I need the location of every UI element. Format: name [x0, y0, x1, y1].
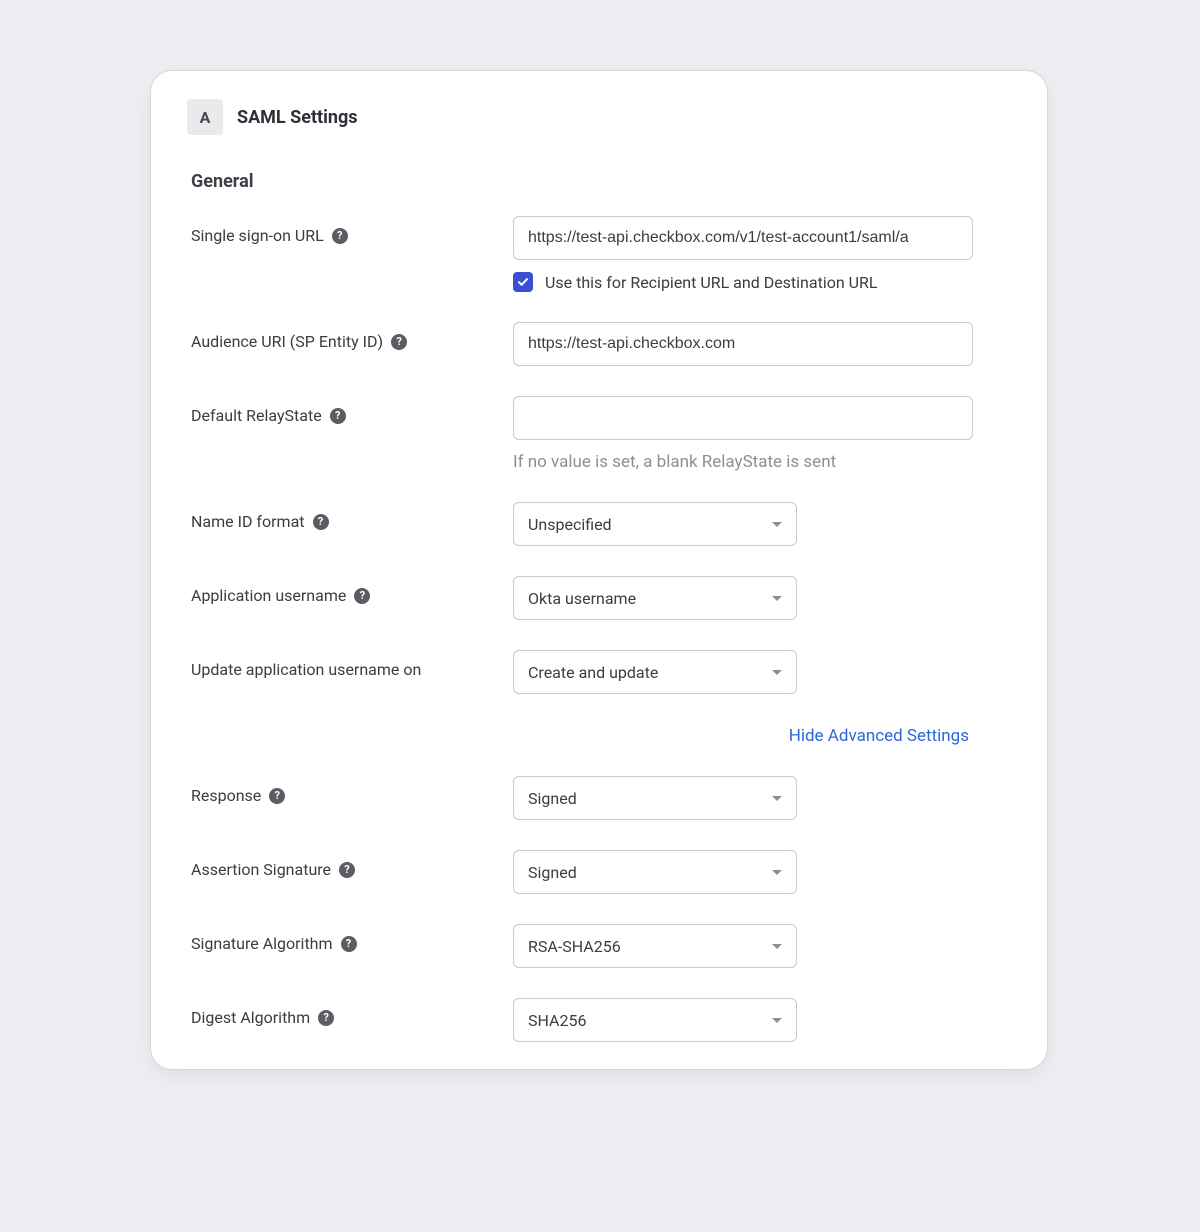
label-name-id-format: Name ID format — [191, 512, 305, 531]
help-icon[interactable]: ? — [391, 334, 407, 350]
card-header: A SAML Settings — [187, 99, 1011, 135]
chevron-down-icon — [772, 1018, 782, 1023]
select-app-username[interactable]: Okta username — [513, 576, 797, 620]
checkbox-use-recipient[interactable] — [513, 272, 533, 292]
row-digest-algorithm: Digest Algorithm ? SHA256 — [187, 998, 1011, 1042]
link-hide-advanced-settings[interactable]: Hide Advanced Settings — [789, 726, 969, 746]
row-assertion-signature: Assertion Signature ? Signed — [187, 850, 1011, 894]
row-relay-state: Default RelayState ? If no value is set,… — [187, 396, 1011, 472]
label-sso-url: Single sign-on URL — [191, 226, 324, 245]
select-response[interactable]: Signed — [513, 776, 797, 820]
chevron-down-icon — [772, 870, 782, 875]
row-response: Response ? Signed — [187, 776, 1011, 820]
checkbox-label-use-recipient: Use this for Recipient URL and Destinati… — [545, 273, 878, 292]
label-update-on: Update application username on — [191, 660, 421, 679]
row-name-id-format: Name ID format ? Unspecified — [187, 502, 1011, 546]
input-audience-uri[interactable] — [513, 322, 973, 366]
row-app-username: Application username ? Okta username — [187, 576, 1011, 620]
chevron-down-icon — [772, 796, 782, 801]
row-signature-algorithm: Signature Algorithm ? RSA-SHA256 — [187, 924, 1011, 968]
input-sso-url[interactable] — [513, 216, 973, 260]
row-audience-uri: Audience URI (SP Entity ID) ? — [187, 322, 1011, 366]
select-digest-algorithm[interactable]: SHA256 — [513, 998, 797, 1042]
label-digest-algorithm: Digest Algorithm — [191, 1008, 310, 1027]
saml-settings-card: A SAML Settings General Single sign-on U… — [150, 70, 1048, 1070]
help-icon[interactable]: ? — [313, 514, 329, 530]
select-value: Okta username — [528, 589, 636, 608]
card-title: SAML Settings — [237, 107, 358, 128]
label-response: Response — [191, 786, 261, 805]
help-icon[interactable]: ? — [318, 1010, 334, 1026]
select-value: RSA-SHA256 — [528, 937, 621, 956]
select-value: Signed — [528, 863, 577, 882]
select-value: Create and update — [528, 663, 658, 682]
hint-relay-state: If no value is set, a blank RelayState i… — [513, 452, 1011, 472]
chevron-down-icon — [772, 944, 782, 949]
select-value: SHA256 — [528, 1011, 586, 1030]
help-icon[interactable]: ? — [332, 228, 348, 244]
help-icon[interactable]: ? — [341, 936, 357, 952]
label-audience-uri: Audience URI (SP Entity ID) — [191, 332, 383, 351]
section-general-title: General — [187, 171, 1011, 192]
select-update-on[interactable]: Create and update — [513, 650, 797, 694]
label-assertion-signature: Assertion Signature — [191, 860, 331, 879]
check-icon — [517, 276, 529, 288]
label-app-username: Application username — [191, 586, 346, 605]
help-icon[interactable]: ? — [269, 788, 285, 804]
checkbox-row-use-recipient: Use this for Recipient URL and Destinati… — [513, 272, 1011, 292]
chevron-down-icon — [772, 670, 782, 675]
chevron-down-icon — [772, 596, 782, 601]
select-signature-algorithm[interactable]: RSA-SHA256 — [513, 924, 797, 968]
select-assertion-signature[interactable]: Signed — [513, 850, 797, 894]
chevron-down-icon — [772, 522, 782, 527]
label-signature-algorithm: Signature Algorithm — [191, 934, 333, 953]
select-value: Unspecified — [528, 515, 612, 534]
select-name-id-format[interactable]: Unspecified — [513, 502, 797, 546]
select-value: Signed — [528, 789, 577, 808]
help-icon[interactable]: ? — [339, 862, 355, 878]
label-relay-state: Default RelayState — [191, 406, 322, 425]
help-icon[interactable]: ? — [330, 408, 346, 424]
step-badge: A — [187, 99, 223, 135]
row-update-on: Update application username on Create an… — [187, 650, 1011, 694]
advanced-toggle-row: Hide Advanced Settings — [187, 726, 969, 746]
input-relay-state[interactable] — [513, 396, 973, 440]
row-sso-url: Single sign-on URL ? Use this for Recipi… — [187, 216, 1011, 292]
help-icon[interactable]: ? — [354, 588, 370, 604]
